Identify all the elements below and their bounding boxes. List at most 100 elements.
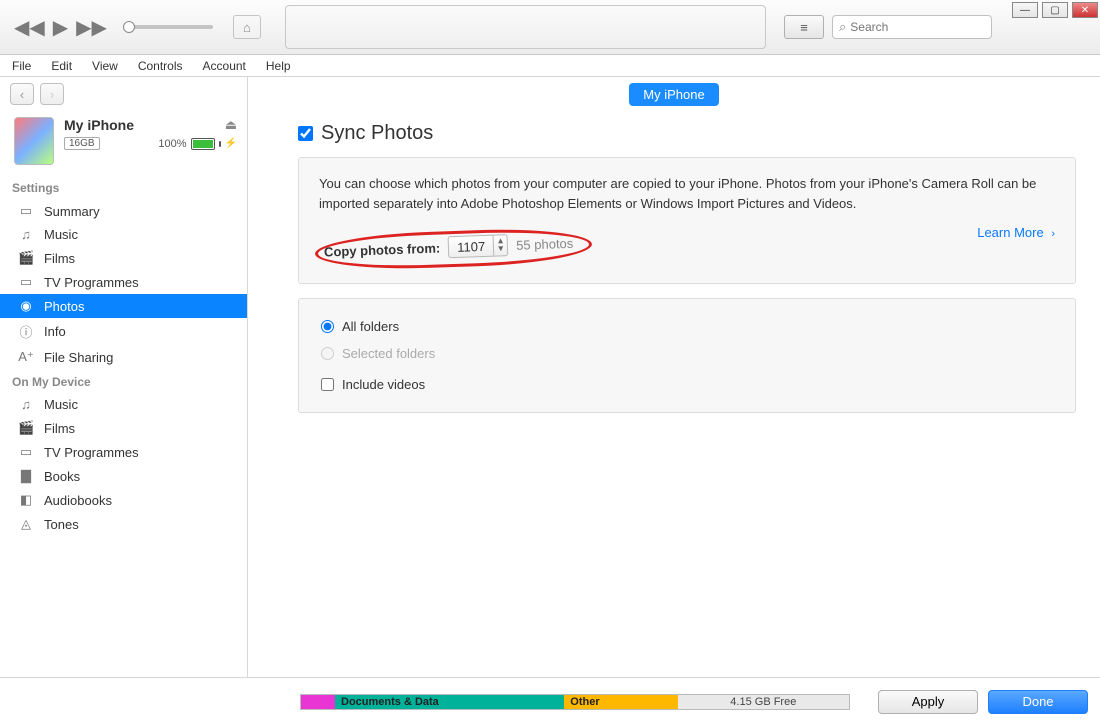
charging-bolt-icon: ⚡: [225, 138, 237, 149]
sidebar-item-filesharing[interactable]: A⁺ File Sharing: [0, 345, 247, 369]
eject-button[interactable]: ⏏: [225, 117, 237, 133]
sync-description-text: You can choose which photos from your co…: [319, 174, 1055, 213]
radio-selected-folders-label: Selected folders: [342, 346, 435, 361]
app-menubar: File Edit View Controls Account Help: [0, 55, 1100, 77]
menu-file[interactable]: File: [4, 57, 39, 75]
menu-controls[interactable]: Controls: [130, 57, 191, 75]
radio-selected-folders-input: [321, 347, 334, 360]
sidebar-item-photos[interactable]: ◉Photos: [0, 294, 247, 318]
checkbox-include-videos-input[interactable]: [321, 378, 334, 391]
menu-help[interactable]: Help: [258, 57, 299, 75]
device-summary-row: My iPhone ⏏ 16GB 100% ⚡: [0, 111, 247, 175]
storage-segment-free: 4.15 GB Free: [678, 695, 849, 709]
audiobooks-icon: ◧: [18, 492, 34, 508]
photo-count-label: 55 photos: [516, 235, 574, 252]
search-field[interactable]: ⌕: [832, 15, 992, 39]
sidebar-item-summary[interactable]: ▭ Summary: [0, 199, 247, 223]
search-input[interactable]: [850, 20, 970, 34]
sidebar-item-label: Music: [44, 227, 78, 242]
sync-description-card: You can choose which photos from your co…: [298, 157, 1076, 284]
play-button[interactable]: ▶: [53, 15, 68, 40]
sidebar-item-label: Books: [44, 469, 80, 484]
copy-from-selected-value: 1107: [449, 236, 494, 257]
sidebar-item-music[interactable]: ♫ Music: [0, 223, 247, 246]
music-icon: ♫: [18, 227, 34, 242]
copy-from-dropdown[interactable]: 1107 ▴▾: [448, 234, 509, 258]
view-list-button[interactable]: ≡: [784, 15, 824, 39]
storage-segment-other: Other: [564, 695, 677, 709]
films-icon: 🎬: [18, 250, 34, 266]
learn-more-link[interactable]: Learn More ›: [977, 225, 1055, 240]
apply-button[interactable]: Apply: [878, 690, 978, 714]
storage-usage-bar: Documents & Data Other 4.15 GB Free: [300, 694, 850, 710]
sidebar-item-label: Audiobooks: [44, 493, 112, 508]
sidebar-item-label: Films: [44, 251, 75, 266]
window-maximize-button[interactable]: ▢: [1042, 2, 1068, 18]
sidebar-item-device-books[interactable]: ▇Books: [0, 464, 247, 488]
sidebar: ‹ › My iPhone ⏏ 16GB 100% ⚡: [0, 77, 248, 677]
sidebar-item-films[interactable]: 🎬 Films: [0, 246, 247, 270]
airplay-icon: ⌂: [243, 20, 251, 35]
photos-icon: ◉: [18, 298, 34, 314]
sidebar-item-info[interactable]: ⓘInfo: [0, 318, 247, 345]
sidebar-item-device-films[interactable]: 🎬 Films: [0, 416, 247, 440]
sync-photos-title: Sync Photos: [321, 122, 433, 145]
radio-all-folders-label: All folders: [342, 319, 399, 334]
menu-edit[interactable]: Edit: [43, 57, 80, 75]
tv-icon: ▭: [18, 444, 34, 460]
volume-slider[interactable]: [123, 25, 213, 29]
menu-account[interactable]: Account: [195, 57, 254, 75]
highlight-annotation: Copy photos from: 1107 ▴▾ 55 photos: [314, 226, 592, 272]
battery-icon: [191, 138, 215, 150]
checkbox-include-videos[interactable]: Include videos: [321, 377, 1053, 392]
playback-controls: ◀◀ ▶ ▶▶ ⌂: [8, 15, 267, 40]
search-icon: ⌕: [839, 19, 846, 35]
sidebar-item-label: Music: [44, 397, 78, 412]
sidebar-item-device-tv[interactable]: ▭TV Programmes: [0, 440, 247, 464]
summary-icon: ▭: [18, 203, 34, 219]
radio-selected-folders[interactable]: Selected folders: [321, 346, 1053, 361]
tv-icon: ▭: [18, 274, 34, 290]
window-minimize-button[interactable]: —: [1012, 2, 1038, 18]
chevron-right-icon: ›: [1051, 228, 1055, 240]
nav-back-button[interactable]: ‹: [10, 83, 34, 105]
now-playing-display: [285, 5, 766, 49]
breadcrumb-device-pill[interactable]: My iPhone: [629, 83, 718, 106]
airplay-button[interactable]: ⌂: [233, 15, 261, 39]
copy-from-label: Copy photos from:: [324, 240, 441, 259]
device-thumbnail-icon: [14, 117, 54, 165]
previous-track-button[interactable]: ◀◀: [14, 15, 45, 40]
menu-view[interactable]: View: [84, 57, 126, 75]
sidebar-item-label: Films: [44, 421, 75, 436]
sidebar-item-label: Info: [44, 324, 66, 339]
sidebar-item-device-music[interactable]: ♫ Music: [0, 393, 247, 416]
sidebar-item-device-tones[interactable]: ◬Tones: [0, 512, 247, 536]
music-icon: ♫: [18, 397, 34, 412]
nav-forward-button[interactable]: ›: [40, 83, 64, 105]
sidebar-header-device: On My Device: [0, 369, 247, 393]
sync-photos-checkbox[interactable]: [298, 126, 313, 141]
sync-options-card: All folders Selected folders Include vid…: [298, 298, 1076, 413]
filesharing-icon: A⁺: [18, 349, 34, 365]
dropdown-caret-icon: ▴▾: [493, 235, 508, 255]
sidebar-item-label: Tones: [44, 517, 79, 532]
sidebar-item-label: TV Programmes: [44, 275, 139, 290]
volume-thumb[interactable]: [123, 21, 135, 33]
main-panel: My iPhone Sync Photos You can choose whi…: [248, 77, 1100, 677]
radio-all-folders-input[interactable]: [321, 320, 334, 333]
films-icon: 🎬: [18, 420, 34, 436]
sidebar-item-device-audiobooks[interactable]: ◧ Audiobooks: [0, 488, 247, 512]
done-button[interactable]: Done: [988, 690, 1088, 714]
window-close-button[interactable]: ✕: [1072, 2, 1098, 18]
battery-percent: 100%: [158, 138, 186, 150]
list-icon: ≡: [800, 20, 808, 35]
sidebar-header-settings: Settings: [0, 175, 247, 199]
sidebar-item-label: Summary: [44, 204, 100, 219]
sidebar-item-label: File Sharing: [44, 350, 113, 365]
device-capacity-chip: 16GB: [64, 137, 100, 150]
next-track-button[interactable]: ▶▶: [76, 15, 107, 40]
battery-indicator: 100% ⚡: [158, 138, 237, 150]
radio-all-folders[interactable]: All folders: [321, 319, 1053, 334]
player-toolbar: ◀◀ ▶ ▶▶ ⌂ ≡ ⌕: [0, 0, 1100, 55]
sidebar-item-tv[interactable]: ▭ TV Programmes: [0, 270, 247, 294]
